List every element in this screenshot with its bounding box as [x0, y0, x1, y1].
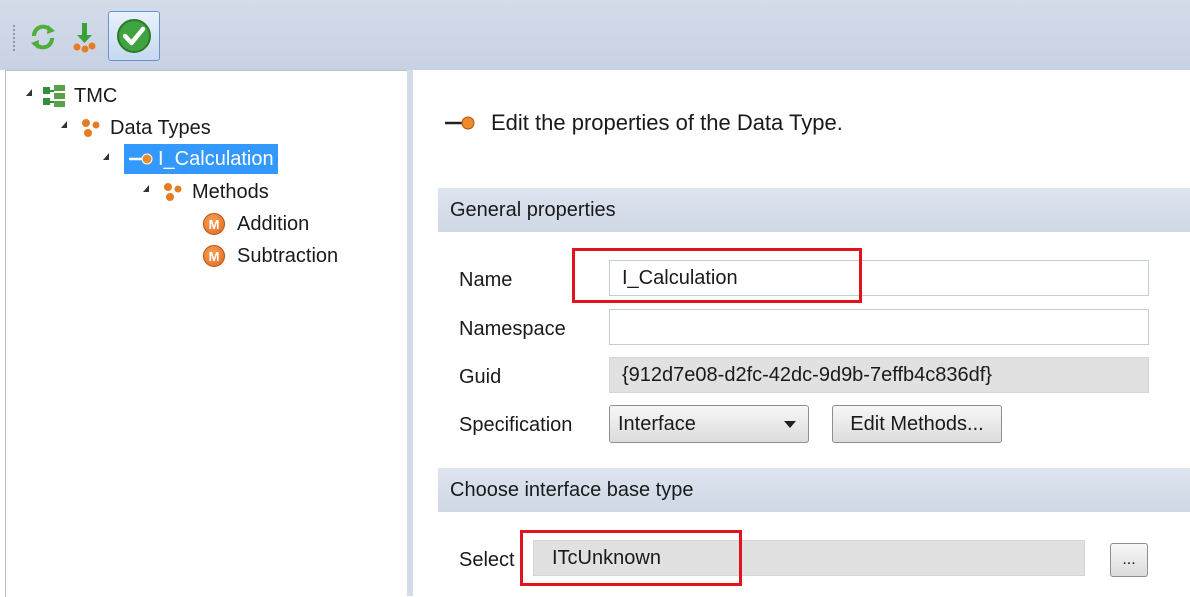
specification-value: Interface — [618, 412, 696, 435]
tree-node-i-calculation[interactable]: I_Calculation — [124, 144, 278, 174]
tree-node-data-types[interactable]: Data Types — [80, 112, 211, 144]
browse-button[interactable]: ... — [1110, 543, 1148, 577]
interface-icon — [445, 116, 475, 130]
guid-label: Guid — [459, 366, 502, 388]
methods-icon — [162, 181, 184, 203]
checkmark-icon — [117, 19, 151, 53]
page-title: Edit the properties of the Data Type. — [491, 110, 843, 135]
base-type-field: ITcUnknown — [533, 540, 1085, 576]
interface-base-type-header: Choose interface base type — [438, 468, 1190, 512]
interface-icon — [128, 151, 154, 167]
expand-toggle-tmc[interactable] — [26, 89, 32, 96]
tree-label-i-calculation: I_Calculation — [158, 147, 274, 170]
expand-toggle-methods[interactable] — [143, 185, 149, 192]
method-icon: M — [203, 213, 225, 235]
data-types-icon — [80, 117, 102, 139]
tree-node-addition[interactable]: M Addition — [203, 208, 309, 240]
tree-panel: TMC Data Types I_Calculation Methods M A… — [5, 70, 408, 597]
tree-label-tmc: TMC — [74, 84, 118, 107]
name-label: Name — [459, 269, 513, 291]
page-heading: Edit the properties of the Data Type. — [443, 110, 843, 136]
chevron-down-icon — [784, 421, 796, 428]
guid-field: {912d7e08-d2fc-42dc-9d9b-7effb4c836df} — [609, 357, 1149, 393]
toolbar — [0, 0, 1190, 70]
tmc-icon — [42, 84, 66, 108]
tree-label-subtraction: Subtraction — [237, 244, 339, 267]
edit-methods-button[interactable]: Edit Methods... — [832, 405, 1002, 443]
tree-node-subtraction[interactable]: M Subtraction — [203, 240, 338, 272]
general-properties-header: General properties — [438, 188, 1190, 232]
refresh-icon — [31, 24, 55, 50]
refresh-button[interactable] — [24, 14, 62, 60]
download-button[interactable] — [66, 14, 102, 60]
tree-label-methods: Methods — [192, 180, 269, 203]
expand-toggle-data-types[interactable] — [61, 121, 67, 128]
download-icon — [73, 23, 96, 53]
tree-node-tmc[interactable]: TMC — [42, 80, 117, 112]
namespace-field[interactable] — [609, 309, 1149, 345]
specification-dropdown[interactable]: Interface — [609, 405, 809, 443]
tree-label-addition: Addition — [237, 212, 310, 235]
method-icon: M — [203, 245, 225, 267]
expand-toggle-i-calculation[interactable] — [103, 153, 109, 160]
toolbar-grip[interactable] — [12, 24, 16, 52]
select-label: Select — [459, 549, 515, 571]
namespace-label: Namespace — [459, 318, 566, 340]
tree-label-data-types: Data Types — [110, 116, 211, 139]
properties-panel: Edit the properties of the Data Type. Ge… — [413, 70, 1190, 596]
tree-node-methods[interactable]: Methods — [162, 176, 269, 208]
name-field[interactable]: I_Calculation — [609, 260, 1149, 296]
specification-label: Specification — [459, 414, 573, 436]
activate-button[interactable] — [108, 11, 160, 61]
